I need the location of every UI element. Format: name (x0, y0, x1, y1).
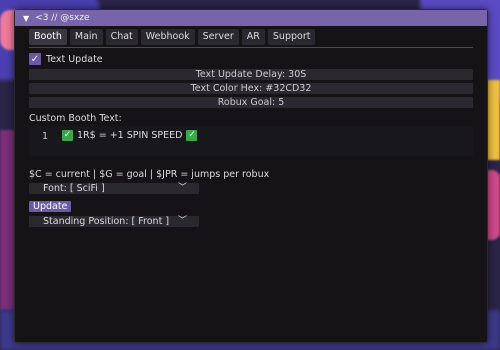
title-bar[interactable]: ▼ <3 // @sxze (15, 10, 487, 26)
collapse-triangle-icon[interactable]: ▼ (23, 14, 29, 23)
script-window: ▼ <3 // @sxze Booth Main Chat Webhook Se… (14, 9, 488, 343)
check-mark-emoji-icon: ✓ (186, 130, 198, 141)
text-update-delay-slider[interactable]: Text Update Delay: 30S (29, 69, 473, 80)
tab-chat[interactable]: Chat (105, 29, 138, 45)
tab-booth[interactable]: Booth (29, 29, 67, 45)
font-dropdown[interactable]: Font: [ SciFi ] ﹀ (29, 183, 199, 194)
window-title: <3 // @sxze (35, 13, 90, 23)
robux-goal-slider[interactable]: Robux Goal: 5 (29, 97, 473, 108)
tab-server[interactable]: Server (197, 29, 239, 45)
text-color-hex-field[interactable]: Text Color Hex: #32CD32 (29, 83, 473, 94)
custom-text-content: 1R$ = +1 SPIN SPEED (77, 130, 183, 141)
line-number: 1 (42, 131, 49, 142)
text-update-toggle[interactable]: ✓ Text Update (29, 52, 473, 66)
custom-booth-text-label: Custom Booth Text: (29, 113, 122, 124)
font-dropdown-label: Font: [ SciFi ] (43, 183, 105, 194)
checkbox-checked-icon[interactable]: ✓ (29, 53, 41, 65)
check-mark-emoji-icon: ✓ (62, 130, 73, 141)
custom-booth-text-editor[interactable]: 1 ✓ 1R$ = +1 SPIN SPEED ✓ (29, 126, 473, 156)
placeholder-help-text: $C = current | $G = goal | $JPR = jumps … (29, 169, 270, 180)
update-button[interactable]: Update (29, 201, 72, 212)
chevron-down-icon: ﹀ (177, 183, 187, 193)
tab-ar[interactable]: AR (241, 29, 265, 45)
standing-position-label: Standing Position: [ Front ] (43, 216, 170, 227)
tab-bar: Booth Main Chat Webhook Server AR Suppor… (15, 26, 487, 45)
chevron-down-icon: ﹀ (177, 216, 187, 226)
booth-panel: ✓ Text Update Text Update Delay: 30S Tex… (15, 48, 487, 227)
tab-support[interactable]: Support (267, 29, 316, 45)
tab-webhook[interactable]: Webhook (140, 29, 195, 45)
standing-position-dropdown[interactable]: Standing Position: [ Front ] ﹀ (29, 216, 199, 227)
custom-text-line: ✓ 1R$ = +1 SPIN SPEED ✓ (62, 130, 198, 141)
tab-main[interactable]: Main (69, 29, 103, 45)
text-update-label: Text Update (46, 53, 103, 65)
